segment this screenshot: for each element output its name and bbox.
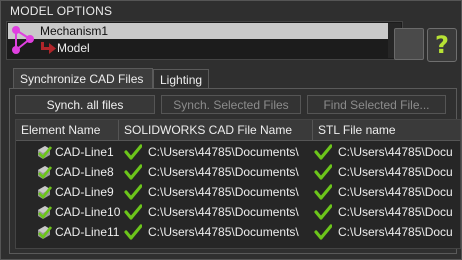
tree-item-model-label: Model [57,41,90,55]
mechanism-icon [12,26,34,54]
column-header-stl-file-name[interactable]: STL File name [313,120,460,141]
green-check-icon [124,204,143,220]
cad-file-cell: C:\Users\44785\Documents\ [148,185,299,199]
model-options-window: MODEL OPTIONS Mechanism1 Model ? Synchro… [0,0,462,260]
green-check-icon [124,164,143,180]
table-row[interactable]: CAD-Line1 C:\Users\44785\Documents\ C:\Use… [16,142,460,162]
cad-file-cell: C:\Users\44785\Documents\ [148,225,299,239]
stl-file-cell: C:\Users\44785\Docu [338,205,453,219]
green-check-icon [124,144,143,160]
cad-part-check-icon [36,184,53,200]
green-check-icon [314,164,333,180]
table-row[interactable]: CAD-Line9 C:\Users\44785\Documents\ C:\Use… [16,182,460,202]
green-check-icon [314,144,333,160]
tree-item-mechanism-label: Mechanism1 [40,24,109,38]
table-row[interactable]: CAD-Line8 C:\Users\44785\Documents\ C:\Use… [16,162,460,182]
tree-item-mechanism[interactable]: Mechanism1 [8,23,390,39]
element-name-cell: CAD-Line8 [55,165,114,179]
red-arrow-icon [41,42,56,54]
element-name-cell: CAD-Line9 [55,185,114,199]
table-header: Element Name SOLIDWORKS CAD File Name ST… [16,120,460,141]
column-header-element-name[interactable]: Element Name [16,120,119,141]
synch-selected-files-button[interactable]: Synch. Selected Files [161,95,301,114]
cad-part-check-icon [36,204,53,220]
cad-file-cell: C:\Users\44785\Documents\ [148,205,299,219]
cad-file-cell: C:\Users\44785\Documents\ [148,165,299,179]
green-check-icon [314,184,333,200]
window-title: MODEL OPTIONS [10,4,113,18]
column-header-cad-file-name[interactable]: SOLIDWORKS CAD File Name [119,120,313,141]
table-row[interactable]: CAD-Line11 C:\Users\44785\Documents\ C:\Us… [16,222,460,242]
side-button[interactable] [394,28,424,60]
element-name-cell: CAD-Line1 [55,145,114,159]
cad-file-cell: C:\Users\44785\Documents\ [148,145,299,159]
element-name-cell: CAD-Line10 [55,205,121,219]
stl-file-cell: C:\Users\44785\Docu [338,225,453,239]
element-name-cell: CAD-Line11 [55,225,120,239]
cad-files-table[interactable]: Element Name SOLIDWORKS CAD File Name ST… [15,119,461,249]
find-selected-file-button[interactable]: Find Selected File... [307,95,446,114]
cad-part-check-icon [36,164,53,180]
stl-file-cell: C:\Users\44785\Docu [338,185,453,199]
model-tree[interactable]: Mechanism1 Model [6,21,403,60]
cad-part-check-icon [36,224,53,240]
green-check-icon [314,204,333,220]
cad-part-check-icon [36,144,53,160]
table-row[interactable]: CAD-Line10 C:\Users\44785\Documents\ C:\Us… [16,202,460,222]
green-check-icon [124,224,143,240]
stl-file-cell: C:\Users\44785\Docu [338,145,453,159]
stl-file-cell: C:\Users\44785\Docu [338,165,453,179]
green-check-icon [314,224,333,240]
synch-all-files-button[interactable]: Synch. all files [15,95,155,114]
green-check-icon [124,184,143,200]
help-button-label: ? [435,31,449,59]
tab-synchronize-cad-files[interactable]: Synchronize CAD Files [13,68,153,89]
help-button[interactable]: ? [427,28,457,62]
tab-lighting[interactable]: Lighting [153,69,209,90]
